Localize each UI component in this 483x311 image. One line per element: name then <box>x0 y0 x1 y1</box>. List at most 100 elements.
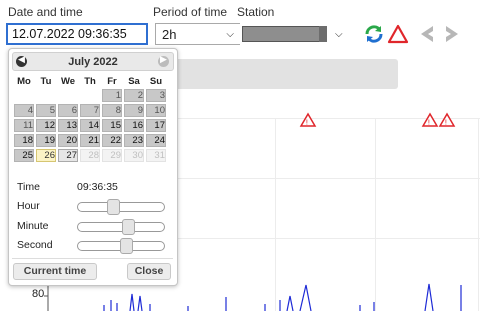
alert-marker[interactable]: ! <box>438 112 456 127</box>
weekday-header: Tu <box>40 75 52 87</box>
svg-text:!: ! <box>428 119 431 127</box>
calendar-week: 25 26 27 28 29 30 31 <box>14 149 166 162</box>
month-title: July 2022 <box>68 55 118 68</box>
chevron-right-icon[interactable] <box>443 24 461 44</box>
chevron-left-icon[interactable] <box>418 24 436 44</box>
minute-label: Minute <box>17 220 49 232</box>
time-label: Time <box>17 181 40 193</box>
grid-line <box>478 118 479 311</box>
calendar-empty-cell <box>14 89 34 102</box>
calendar-day[interactable]: 13 <box>58 119 78 132</box>
chevron-right-icon: ▶ <box>160 54 167 64</box>
calendar-day[interactable]: 6 <box>58 104 78 117</box>
second-slider-handle[interactable] <box>120 238 133 254</box>
close-button[interactable]: Close <box>127 263 171 280</box>
date-time-input[interactable] <box>6 23 148 45</box>
grid-line <box>170 238 480 239</box>
station-select[interactable]: ⌵ <box>240 23 355 45</box>
weekday-header: Sa <box>128 75 140 87</box>
hour-label: Hour <box>17 200 40 212</box>
calendar-day[interactable]: 26 <box>36 149 56 162</box>
weekday-header: Fr <box>107 75 117 87</box>
weekday-header: Th <box>84 75 96 87</box>
weekday-row: Mo Tu We Th Fr Sa Su <box>14 75 166 87</box>
hour-slider[interactable] <box>77 199 165 215</box>
calendar-day[interactable]: 27 <box>58 149 78 162</box>
calendar-week: 123 <box>14 89 166 102</box>
calendar-day[interactable]: 18 <box>14 134 34 147</box>
calendar-day[interactable]: 21 <box>80 134 100 147</box>
warning-triangle-icon[interactable] <box>387 24 409 44</box>
calendar-day[interactable]: 16 <box>124 119 144 132</box>
calendar-week: 11 12 13 14 15 16 17 <box>14 119 166 132</box>
calendar-day[interactable]: 23 <box>124 134 144 147</box>
signal-series <box>103 283 462 311</box>
calendar-week: 18 19 20 21 22 23 24 <box>14 134 166 147</box>
grid-line <box>170 118 480 119</box>
chart-tab-bar <box>170 59 398 89</box>
period-select[interactable]: 2h ⌵ <box>155 23 241 45</box>
datepicker-header: ◀ July 2022 ▶ <box>12 52 174 71</box>
refresh-icon[interactable] <box>364 24 384 44</box>
weekday-header: Su <box>149 75 163 87</box>
date-time-label: Date and time <box>8 5 83 19</box>
calendar-day[interactable]: 3 <box>146 89 166 102</box>
divider <box>12 258 173 259</box>
calendar-day[interactable]: 12 <box>36 119 56 132</box>
calendar-empty-cell <box>36 89 56 102</box>
calendar-week: 4 5 6 7 8 9 10 <box>14 104 166 117</box>
svg-text:!: ! <box>445 119 448 127</box>
calendar-day[interactable]: 7 <box>80 104 100 117</box>
calendar-day[interactable]: 1 <box>102 89 122 102</box>
period-value: 2h <box>162 26 177 42</box>
next-month-button[interactable]: ▶ <box>158 54 169 67</box>
chevron-left-icon: ◀ <box>18 54 25 64</box>
grid-line <box>275 118 276 311</box>
calendar-day: 30 <box>124 149 144 162</box>
second-slider[interactable] <box>77 238 165 254</box>
calendar-day: 31 <box>146 149 166 162</box>
station-label: Station <box>237 5 275 19</box>
weekday-header: Mo <box>17 75 31 87</box>
calendar-day[interactable]: 5 <box>36 104 56 117</box>
svg-text:!: ! <box>306 119 309 127</box>
grid-line <box>375 118 376 311</box>
calendar-day[interactable]: 20 <box>58 134 78 147</box>
weekday-header: We <box>60 75 76 87</box>
calendar-day[interactable]: 19 <box>36 134 56 147</box>
calendar-day[interactable]: 17 <box>146 119 166 132</box>
calendar-day[interactable]: 9 <box>124 104 144 117</box>
calendar-day[interactable]: 11 <box>14 119 34 132</box>
calendar-day[interactable]: 24 <box>146 134 166 147</box>
calendar-empty-cell <box>58 89 78 102</box>
calendar-day[interactable]: 15 <box>102 119 122 132</box>
chevron-down-icon: ⌵ <box>335 28 343 40</box>
calendar-day[interactable]: 4 <box>14 104 34 117</box>
period-label: Period of time <box>153 5 228 19</box>
hour-slider-handle[interactable] <box>107 199 120 215</box>
calendar-day[interactable]: 2 <box>124 89 144 102</box>
calendar-day[interactable]: 10 <box>146 104 166 117</box>
grid-line <box>170 178 480 179</box>
second-label: Second <box>17 239 53 251</box>
calendar-day[interactable]: 14 <box>80 119 100 132</box>
station-value-box <box>242 26 320 42</box>
alert-marker[interactable]: ! <box>421 112 439 127</box>
minute-slider-handle[interactable] <box>122 219 135 235</box>
minute-slider[interactable] <box>77 219 165 235</box>
station-dropdown-button[interactable] <box>319 26 327 42</box>
calendar-grid: Mo Tu We Th Fr Sa Su 1 2 3 4 5 6 7 8 9 10 11 12 13 14 15 16 17… <box>12 73 168 164</box>
calendar-day: 28 <box>80 149 100 162</box>
calendar-day[interactable]: 8 <box>102 104 122 117</box>
calendar-day: 29 <box>102 149 122 162</box>
time-value: 09:36:35 <box>77 181 118 193</box>
alert-marker[interactable]: ! <box>299 112 317 127</box>
prev-month-button[interactable]: ◀ <box>16 54 27 67</box>
calendar-empty-cell <box>80 89 100 102</box>
calendar-day[interactable]: 25 <box>14 149 34 162</box>
chevron-down-icon: ⌵ <box>226 28 234 40</box>
calendar-day[interactable]: 22 <box>102 134 122 147</box>
current-time-button[interactable]: Current time <box>13 263 97 280</box>
datepicker-popup: ◀ July 2022 ▶ Mo Tu We Th Fr Sa Su 1 2 3 4 5 6 7 8 9 10… <box>8 48 178 286</box>
y-tick-label: 80 <box>32 288 45 300</box>
